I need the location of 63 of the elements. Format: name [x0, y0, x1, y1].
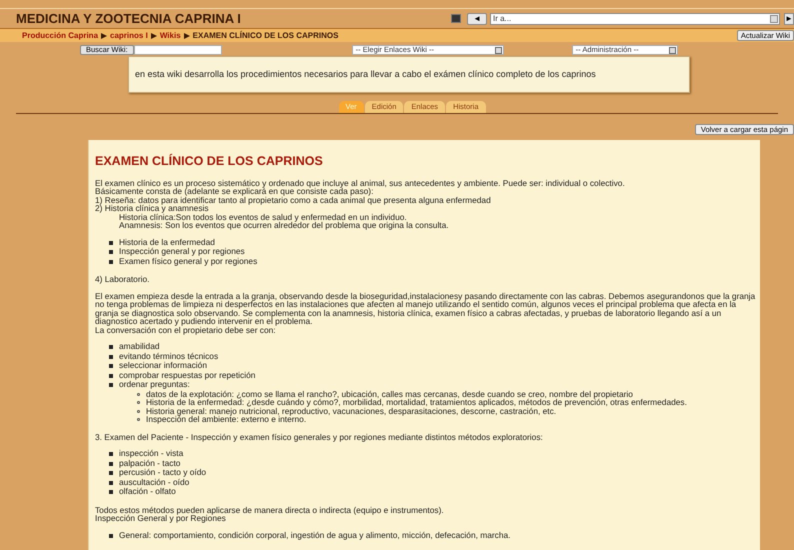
paragraph-text: 2) Historia clínica y anamnesis — [95, 204, 209, 213]
list-item-text: Historia de la enfermedad: ¿desde cuándo y cómo?, morbilidad, mortalidad, tratamientos aplicados, métodos de prevención, otras enfermedades. — [146, 398, 687, 407]
bullet-icon — [109, 480, 113, 485]
breadcrumb-current: EXAMEN CLÍNICO DE LOS CAPRINOS — [192, 30, 338, 42]
list-item-text: inspección - vista — [119, 449, 184, 459]
description-text: en esta wiki desarrolla los procedimientos necesarios para llevar a cabo el exámen clínico completo de los caprinos — [135, 68, 597, 81]
list-item-text: auscultación - oído — [119, 478, 190, 488]
list-item-text: Historia general: manejo nutricional, reproductivo, vacunaciones, desparasitaciones, descorne, castración, etc. — [146, 406, 556, 416]
paragraph-text: 3. Examen del Paciente - Inspección y examen físico generales y por regiones mediante distintos métodos exploratorios: — [95, 432, 544, 442]
breadcrumb-link[interactable]: Wikis — [160, 30, 181, 42]
bullet-icon — [109, 471, 113, 476]
bullet-icon — [137, 410, 140, 413]
bullet-icon — [109, 345, 113, 350]
breadcrumb-link[interactable]: Producción Caprina — [22, 30, 98, 42]
paragraph-text: El examen clínico es un proceso sistemático y ordenado que incluye al animal, sus antecedentes y ambiente. Puede ser: individual o colectivo. — [95, 178, 626, 188]
bullet-icon — [109, 364, 113, 368]
previous-button[interactable]: ◄ — [467, 12, 487, 24]
bullet-icon — [109, 490, 113, 494]
bullet-icon — [137, 401, 140, 404]
list-item-text: datos de la explotación: ¿como se llama el rancho?, ubicación, calles mas cercanas, desde cuando se creo, nombre del propietario — [146, 390, 633, 398]
list-item-text: General: comportamiento, condición corporal, ingestión de agua y alimento, micción, defecación, marcha. — [119, 530, 511, 540]
course-title: MEDICINA Y ZOOTECNIA CAPRINA I — [16, 10, 241, 28]
list-item-text: amabilidad — [119, 342, 160, 352]
paragraph-text: Básicamente consta de (adelante se explicará en que consiste cada paso): — [95, 187, 374, 196]
bullet-icon — [109, 383, 113, 388]
separator-icon — [101, 32, 108, 38]
bullet-icon — [109, 452, 113, 456]
bullet-icon — [109, 240, 113, 245]
bullet-icon — [137, 392, 140, 396]
list-item-text: Inspección del ambiente: externo e interno. — [146, 415, 306, 424]
paragraph-text: 4) Laboratorio. — [95, 275, 150, 284]
list-item-text: ordenar preguntas: — [119, 380, 190, 390]
list-item-text: Historia de la enfermedad — [119, 238, 215, 248]
bullet-icon — [109, 260, 113, 264]
jump-select[interactable]: Ir a... — [490, 12, 780, 24]
bullet-icon — [109, 534, 113, 538]
article-heading: EXAMEN CLÍNICO DE LOS CAPRINOS — [95, 152, 324, 170]
list-item-text: Examen físico general y por regiones — [119, 256, 258, 266]
list-item-text: seleccionar información — [119, 361, 207, 371]
list-item-text: Inspección general y por regiones — [119, 247, 245, 257]
list-item-text: olfación - olfato — [119, 487, 176, 497]
bullet-icon — [137, 418, 140, 422]
list-item-text: palpación - tacto — [119, 458, 180, 468]
search-field[interactable] — [134, 45, 222, 55]
paragraph-text: El examen empieza desde la entrada a la granja, observando desde la bioseguridad,instalacionesy pasando directamente con las cabras. Debemos asegurandonos que la granja no tenga problemas de limpieza ni desperfectos en las instalaciones que afecten al manejo utilizando el sentido común, algunos veces el principal problema que afecta en la granja se diagnostica solo observando. Se complementa con la anamnesis, historia clínica, examen físico a cabras afectadas, y pruebas de laboratorio llegando así a un diagnostico acertado y pudiendo intervenir en el problema. — [95, 292, 756, 326]
list-item-text: percusión - tacto y oído — [119, 468, 206, 478]
list-item-text: comprobar respuestas por repetición — [119, 370, 256, 380]
breadcrumb-link[interactable]: caprinos I — [110, 30, 148, 42]
bullet-icon — [109, 354, 113, 359]
paragraph-text: Todos estos métodos pueden aplicarse de manera directa o indirecta (equipo e instrumentos). — [95, 506, 445, 514]
separator-icon — [150, 32, 157, 38]
paragraph-text: 1) Reseña: datos para identificar tanto al propietario como a cada animal que presenta alguna enfermedad — [95, 196, 492, 204]
paragraph-text: La conversación con el propietario debe ser con: — [95, 326, 276, 334]
bullet-icon — [109, 462, 113, 466]
list-item-text: evitando términos técnicos — [119, 352, 218, 362]
window-icon[interactable] — [451, 14, 462, 23]
bullet-icon — [109, 374, 113, 378]
paragraph-text: Anamnesis: Son los eventos que ocurren alrededor del problema que origina la consulta. — [119, 221, 450, 230]
paragraph-text: Inspección General y por Regiones — [95, 514, 226, 523]
bullet-icon — [109, 250, 113, 254]
next-button[interactable]: ► — [784, 12, 794, 24]
separator-icon — [184, 32, 190, 38]
paragraph-text: Historia clínica:Son todos los eventos de salud y enfermedad en un individuo. — [119, 212, 408, 222]
